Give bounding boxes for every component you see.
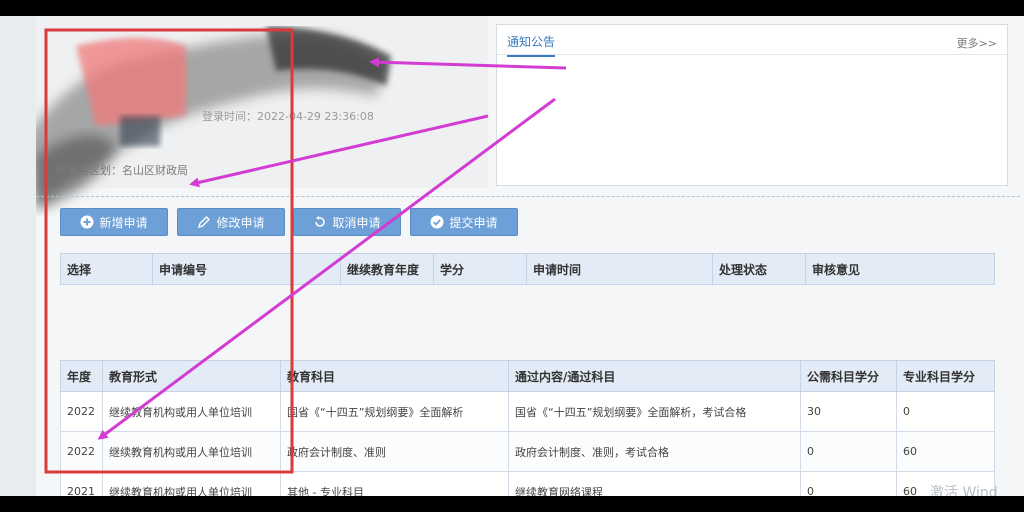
submit-application-label: 提交申请 xyxy=(449,215,498,230)
col-credits[interactable]: 学分 xyxy=(434,254,527,284)
col-education-year[interactable]: 继续教育年度 xyxy=(341,254,434,284)
col-review-comment[interactable]: 审核意见 xyxy=(806,254,994,284)
edit-application-label: 修改申请 xyxy=(216,215,265,230)
undo-icon xyxy=(313,215,327,229)
table-row[interactable]: 2021 继续教育机构或用人单位培训 其他 - 专业科目 继续教育网络课程 0 … xyxy=(60,471,995,496)
table-row[interactable]: 2022 继续教育机构或用人单位培训 国省《“十四五”规划纲要》全面解析 国省《… xyxy=(60,391,995,432)
region-label: 所属地区划：名山区财政局 xyxy=(56,164,188,177)
cell-education-form: 继续教育机构或用人单位培训 xyxy=(102,391,281,432)
divider xyxy=(36,196,1020,197)
cell-passed-content: 国省《“十四五”规划纲要》全面解析，考试合格 xyxy=(508,391,801,432)
add-application-button[interactable]: 新增申请 xyxy=(60,208,168,236)
cell-year: 2022 xyxy=(60,431,103,472)
login-time: 登录时间：2022-04-29 23:36:08 xyxy=(202,110,374,123)
letterbox-top xyxy=(0,0,1024,16)
web-page: 登录时间：2022-04-29 23:36:08 所属地区划：名山区财政局 通知… xyxy=(0,16,1024,496)
application-table-header: 选择 申请编号 继续教育年度 学分 申请时间 处理状态 审核意见 xyxy=(60,253,995,285)
notice-header: 通知公告 更多>> xyxy=(497,25,1007,57)
records-header-row: 年度 教育形式 教育科目 通过内容/通过科目 公需科目学分 专业科目学分 xyxy=(60,360,995,392)
col-education-form[interactable]: 教育形式 xyxy=(102,360,281,392)
edit-application-button[interactable]: 修改申请 xyxy=(177,208,285,236)
credit-records-table: 年度 教育形式 教育科目 通过内容/通过科目 公需科目学分 专业科目学分 202… xyxy=(60,360,995,496)
cell-professional-credits: 60 xyxy=(896,431,995,472)
letterbox-bottom xyxy=(0,496,1024,512)
add-application-label: 新增申请 xyxy=(99,215,148,230)
notice-more-link[interactable]: 更多>> xyxy=(957,35,997,51)
cell-year: 2021 xyxy=(60,471,103,496)
left-margin xyxy=(0,16,36,496)
submit-application-button[interactable]: 提交申请 xyxy=(410,208,518,236)
col-education-subject[interactable]: 教育科目 xyxy=(280,360,509,392)
notice-panel: 通知公告 更多>> xyxy=(496,24,1008,186)
col-year[interactable]: 年度 xyxy=(60,360,103,392)
col-passed-content[interactable]: 通过内容/通过科目 xyxy=(508,360,801,392)
cancel-application-label: 取消申请 xyxy=(332,215,381,230)
cell-education-form: 继续教育机构或用人单位培训 xyxy=(102,431,281,472)
cell-public-credits: 0 xyxy=(800,431,897,472)
cell-year: 2022 xyxy=(60,391,103,432)
cell-education-subject: 其他 - 专业科目 xyxy=(280,471,509,496)
cell-education-form: 继续教育机构或用人单位培训 xyxy=(102,471,281,496)
table-row[interactable]: 2022 继续教育机构或用人单位培训 政府会计制度、准则 政府会计制度、准则，考… xyxy=(60,431,995,472)
screen-capture: 登录时间：2022-04-29 23:36:08 所属地区划：名山区财政局 通知… xyxy=(0,0,1024,512)
plus-circle-icon xyxy=(80,215,94,229)
cell-education-subject: 国省《“十四五”规划纲要》全面解析 xyxy=(280,391,509,432)
col-application-number[interactable]: 申请编号 xyxy=(153,254,341,284)
notice-title-tab[interactable]: 通知公告 xyxy=(507,33,556,57)
windows-activation-watermark: 激活 Wind xyxy=(930,485,998,496)
cell-public-credits: 0 xyxy=(800,471,897,496)
pencil-icon xyxy=(197,215,211,229)
col-professional-credits[interactable]: 专业科目学分 xyxy=(896,360,995,392)
user-info-panel: 登录时间：2022-04-29 23:36:08 所属地区划：名山区财政局 xyxy=(36,16,488,211)
col-status[interactable]: 处理状态 xyxy=(713,254,806,284)
col-public-credits[interactable]: 公需科目学分 xyxy=(800,360,897,392)
cancel-application-button[interactable]: 取消申请 xyxy=(293,208,401,236)
cell-passed-content: 继续教育网络课程 xyxy=(508,471,801,496)
cell-passed-content: 政府会计制度、准则，考试合格 xyxy=(508,431,801,472)
col-select[interactable]: 选择 xyxy=(61,254,153,284)
cell-professional-credits: 0 xyxy=(896,391,995,432)
col-application-time[interactable]: 申请时间 xyxy=(527,254,713,284)
cell-public-credits: 30 xyxy=(800,391,897,432)
check-circle-icon xyxy=(430,215,444,229)
cell-education-subject: 政府会计制度、准则 xyxy=(280,431,509,472)
